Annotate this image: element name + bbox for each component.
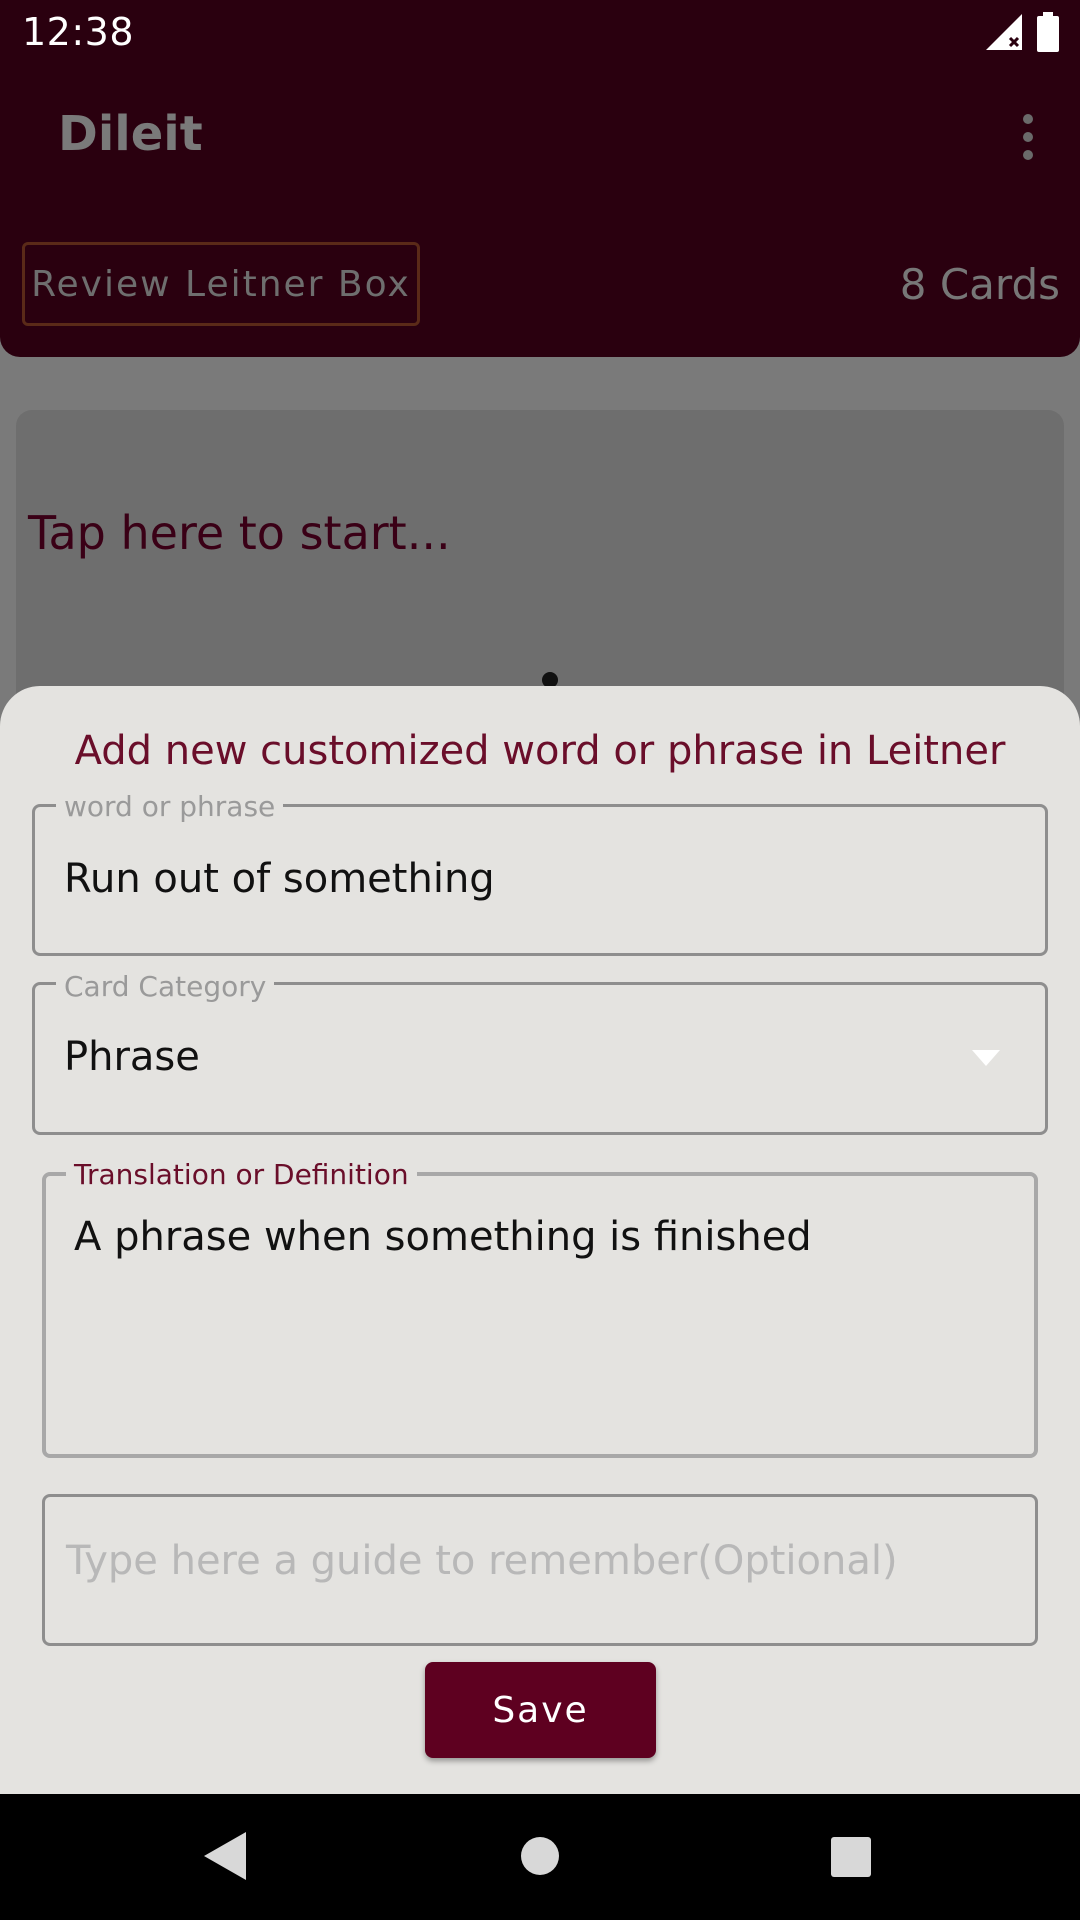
- translation-value[interactable]: A phrase when something is finished: [74, 1214, 812, 1260]
- translation-label: Translation or Definition: [66, 1158, 417, 1191]
- battery-full-icon: [1037, 12, 1059, 52]
- start-prompt: Tap here to start...: [28, 506, 451, 560]
- card-category-label: Card Category: [56, 970, 275, 1003]
- review-leitner-box-button[interactable]: Review Leitner Box: [22, 242, 420, 326]
- app-title: Dileit: [58, 106, 203, 162]
- word-or-phrase-label: word or phrase: [56, 790, 284, 823]
- guide-input[interactable]: Type here a guide to remember(Optional): [66, 1538, 1016, 1584]
- sheet-title: Add new customized word or phrase in Lei…: [74, 728, 1006, 774]
- back-icon[interactable]: [202, 1830, 248, 1882]
- overflow-menu-icon[interactable]: [1010, 112, 1046, 162]
- signal-no-data-icon: [986, 14, 1022, 50]
- home-icon[interactable]: [520, 1836, 560, 1876]
- cards-count: 8 Cards: [899, 260, 1060, 309]
- word-or-phrase-value[interactable]: Run out of something: [64, 856, 495, 902]
- save-button[interactable]: Save: [425, 1662, 656, 1758]
- recents-icon[interactable]: [830, 1836, 872, 1878]
- status-time: 12:38: [22, 10, 135, 54]
- dropdown-arrow-icon[interactable]: [970, 1048, 1002, 1068]
- status-bar: [0, 0, 1080, 64]
- card-category-value[interactable]: Phrase: [64, 1034, 200, 1080]
